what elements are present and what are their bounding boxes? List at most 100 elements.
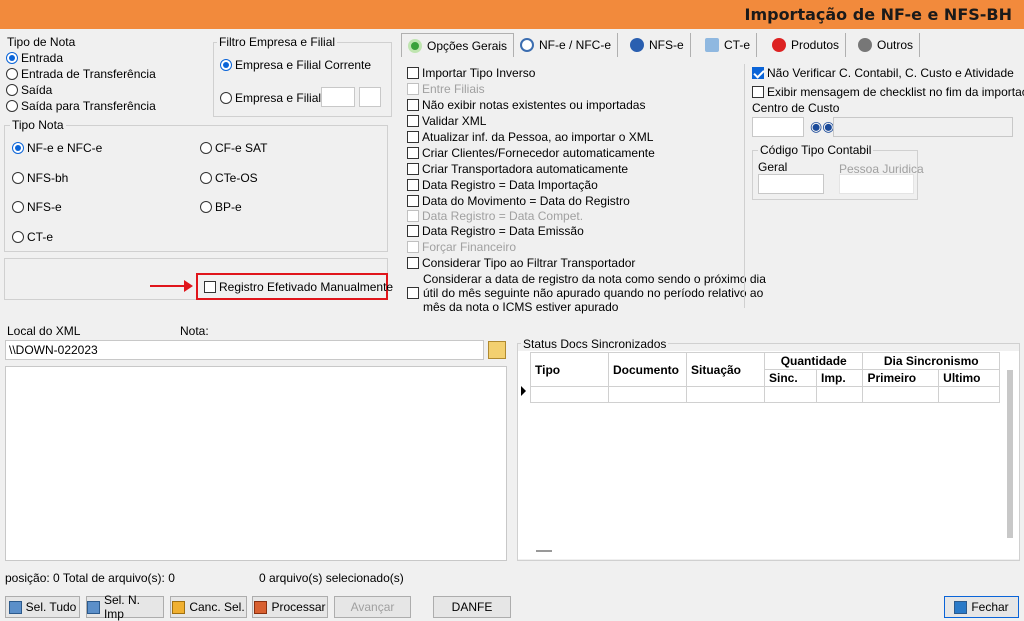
chk-entre-filiais[interactable]: Entre Filiais <box>407 82 485 96</box>
tipo-de-nota-title: Tipo de Nota <box>7 35 76 49</box>
radio-icon <box>200 201 212 213</box>
radio-icon <box>6 84 18 96</box>
table-row[interactable] <box>530 386 1000 403</box>
status-table: Tipo Documento Situação Quantidade Dia S… <box>530 352 1000 403</box>
local-xml-label: Local do XML <box>7 324 81 338</box>
checkbox-icon <box>407 210 419 222</box>
processar-button[interactable]: Processar <box>252 596 328 618</box>
radio-nfs-e[interactable]: NFS-e <box>12 200 62 214</box>
tab-nfe-nfce[interactable]: NF-e / NFC-e <box>514 33 618 57</box>
chk-exibir-checklist[interactable]: Exibir mensagem de checklist no fim da i… <box>752 85 1024 99</box>
radio-icon <box>12 201 24 213</box>
radio-icon <box>12 231 24 243</box>
checklist-icon <box>8 600 22 614</box>
row-indicator-icon <box>521 386 526 396</box>
window-title: Importação de NF-e e NFS-BH <box>744 5 1012 24</box>
chk-criar-clientes[interactable]: Criar Clientes/Fornecedor automaticament… <box>407 146 655 160</box>
radio-saida-transferencia[interactable]: Saída para Transferência <box>6 99 156 113</box>
tab-nfs-e[interactable]: NFS-e <box>624 33 691 57</box>
radio-cfe-sat[interactable]: CF-e SAT <box>200 141 267 155</box>
radio-empresa-corrente[interactable]: Empresa e Filial Corrente <box>220 58 371 72</box>
chk-data-registro-importacao[interactable]: Data Registro = Data Importação <box>407 178 598 192</box>
tab-produtos[interactable]: Produtos <box>766 33 847 57</box>
tab-outros[interactable]: Outros <box>852 33 921 57</box>
empresa-input[interactable] <box>321 87 355 107</box>
selecionados-status: 0 arquivo(s) selecionado(s) <box>259 571 404 585</box>
folder-icon[interactable] <box>488 341 506 359</box>
radio-cte-os[interactable]: CTe-OS <box>200 171 258 185</box>
nota-label: Nota: <box>180 324 209 338</box>
geral-input[interactable] <box>758 174 824 194</box>
col-tipo[interactable]: Tipo <box>530 352 609 387</box>
checkbox-icon <box>407 163 419 175</box>
status-title: Status Docs Sincronizados <box>521 337 669 351</box>
tab-opcoes-gerais[interactable]: Opções Gerais <box>401 33 515 57</box>
col-ultimo[interactable]: Ultimo <box>938 369 1000 387</box>
gear-icon <box>858 38 872 52</box>
danfe-button[interactable]: DANFE <box>433 596 511 618</box>
chk-criar-transportadora[interactable]: Criar Transportadora automaticamente <box>407 162 628 176</box>
centro-custo-input[interactable] <box>752 117 804 137</box>
radio-icon <box>220 59 232 71</box>
checkbox-icon <box>407 131 419 143</box>
radio-entrada-transferencia[interactable]: Entrada de Transferência <box>6 67 156 81</box>
local-xml-input[interactable]: \\DOWN-022023 <box>5 340 484 360</box>
radio-empresa-filial[interactable]: Empresa e Filial : <box>220 91 328 105</box>
filtro-title: Filtro Empresa e Filial <box>217 35 338 49</box>
registro-manual-checkbox[interactable]: Registro Efetivado Manualmente <box>204 280 393 294</box>
codigo-tipo-title: Código Tipo Contabil <box>758 143 874 157</box>
radio-icon <box>6 100 18 112</box>
col-documento[interactable]: Documento <box>608 352 687 387</box>
radio-saida[interactable]: Saída <box>6 83 52 97</box>
radio-icon <box>12 172 24 184</box>
checkbox-icon <box>204 281 216 293</box>
red-arrow-icon <box>184 280 193 292</box>
chk-validar-xml[interactable]: Validar XML <box>407 114 486 128</box>
checklist-icon <box>87 600 100 614</box>
radio-nfe-nfce[interactable]: NF-e e NFC-e <box>12 141 102 155</box>
produto-icon <box>772 38 786 52</box>
col-dia-sincronismo: Dia Sincronismo <box>862 352 1000 370</box>
vertical-scrollbar[interactable] <box>1007 370 1013 538</box>
chk-data-emissao[interactable]: Data Registro = Data Emissão <box>407 224 584 238</box>
pessoa-juridica-input <box>839 174 914 194</box>
sel-tudo-button[interactable]: Sel. Tudo <box>5 596 80 618</box>
chk-nao-exibir[interactable]: Não exibir notas existentes ou importada… <box>407 98 645 112</box>
avancar-button[interactable]: Avançar <box>334 596 411 618</box>
radio-icon <box>200 172 212 184</box>
checkbox-icon <box>407 115 419 127</box>
nfs-icon <box>630 38 644 52</box>
chk-data-compet[interactable]: Data Registro = Data Compet. <box>407 209 583 223</box>
binoculars-icon[interactable]: ◉◉ <box>810 118 834 135</box>
chk-atualizar-pessoa[interactable]: Atualizar inf. da Pessoa, ao importar o … <box>407 130 653 144</box>
checkbox-icon <box>407 287 419 299</box>
filial-input[interactable] <box>359 87 381 107</box>
sel-n-imp-button[interactable]: Sel. N. Imp <box>86 593 164 621</box>
chk-nao-verificar[interactable]: Não Verificar C. Contabil, C. Custo e At… <box>752 66 1014 80</box>
horizontal-scrollbar[interactable] <box>536 550 552 552</box>
chk-considerar-tipo[interactable]: Considerar Tipo ao Filtrar Transportador <box>407 256 635 270</box>
chk-importar-tipo-inverso[interactable]: Importar Tipo Inverso <box>407 66 535 80</box>
radio-ct-e[interactable]: CT-e <box>12 230 53 244</box>
chk-data-movimento[interactable]: Data do Movimento = Data do Registro <box>407 194 630 208</box>
checkbox-icon <box>407 99 419 111</box>
radio-bp-e[interactable]: BP-e <box>200 200 242 214</box>
radio-entrada[interactable]: Entrada <box>6 51 63 65</box>
chk-considerar-data[interactable] <box>407 287 419 302</box>
col-primeiro[interactable]: Primeiro <box>862 369 940 387</box>
col-imp[interactable]: Imp. <box>815 369 864 387</box>
fechar-button[interactable]: Fechar <box>944 596 1019 618</box>
checkbox-icon <box>407 257 419 269</box>
divider <box>744 64 745 308</box>
chk-forcar-financeiro[interactable]: Forçar Financeiro <box>407 240 516 254</box>
col-situacao[interactable]: Situação <box>686 352 765 387</box>
col-quantidade: Quantidade <box>763 352 864 370</box>
radio-icon <box>200 142 212 154</box>
radio-nfs-bh[interactable]: NFS-bh <box>12 171 68 185</box>
canc-sel-button[interactable]: Canc. Sel. <box>170 596 247 618</box>
checkbox-icon <box>407 225 419 237</box>
checkbox-icon <box>407 179 419 191</box>
xml-file-list[interactable] <box>5 366 507 561</box>
tab-ct-e[interactable]: CT-e <box>699 33 758 57</box>
col-sinc[interactable]: Sinc. <box>764 369 817 387</box>
